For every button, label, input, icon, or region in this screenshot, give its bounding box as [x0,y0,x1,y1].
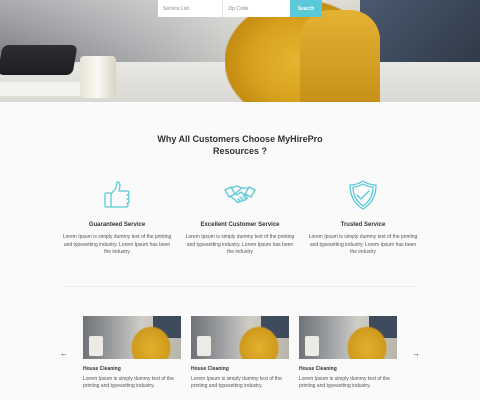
feature-title: Trusted Service [340,222,386,228]
service-card-description: Lorem Ipsum is simply dummy text of the … [83,376,174,389]
why-title-line1: Why All Customers Choose MyHirePro [157,134,323,144]
arrow-right-icon[interactable]: → [411,348,421,358]
feature-guaranteed-service: Guaranteed Service Lorem Ipsum is simply… [62,178,172,257]
hero-banner: Service List Zip Code Search [0,0,480,102]
service-card-description: Lorem Ipsum is simply dummy text of the … [299,376,390,389]
service-card-title: House Cleaning [191,366,229,372]
feature-excellent-customer-service: Excellent Customer Service Lorem Ipsum i… [185,178,295,257]
section-divider [62,286,418,287]
handshake-icon [224,185,256,203]
service-card-image [191,316,289,359]
service-card[interactable]: House Cleaning Lorem Ipsum is simply dum… [83,316,181,390]
search-bar: Service List Zip Code Search [158,0,322,17]
feature-description: Lorem Ipsum is simply dummy text of the … [308,234,418,255]
service-card-image [299,316,397,359]
feature-description: Lorem Ipsum is simply dummy text of the … [185,234,295,255]
feature-title: Excellent Customer Service [200,222,280,228]
hero-mug [80,56,116,98]
hero-phone [0,45,78,75]
feature-description: Lorem Ipsum is simply dummy text of the … [62,234,172,255]
hero-person-body [300,10,380,102]
feature-title: Guaranteed Service [88,222,146,228]
shield-check-icon [349,180,377,210]
zip-code-placeholder: Zip Code [228,5,249,12]
zip-code-input[interactable]: Zip Code [223,0,290,17]
service-list-input[interactable]: Service List [158,0,223,17]
why-title-line2: Resources ? [212,146,268,156]
why-title: Why All Customers Choose MyHirePro Resou… [0,133,480,157]
service-card[interactable]: House Cleaning Lorem Ipsum is simply dum… [299,316,397,390]
service-card-image [83,316,181,359]
feature-trusted-service: Trusted Service Lorem Ipsum is simply du… [308,178,418,257]
service-card-description: Lorem Ipsum is simply dummy text of the … [191,376,282,389]
service-list-placeholder: Service List [163,5,189,12]
service-card-title: House Cleaning [83,366,121,372]
service-card[interactable]: House Cleaning Lorem Ipsum is simply dum… [191,316,289,390]
thumbs-up-icon [104,181,130,208]
search-button[interactable]: Search [290,0,322,17]
arrow-left-icon[interactable]: ← [59,348,69,358]
service-card-title: House Cleaning [299,366,337,372]
